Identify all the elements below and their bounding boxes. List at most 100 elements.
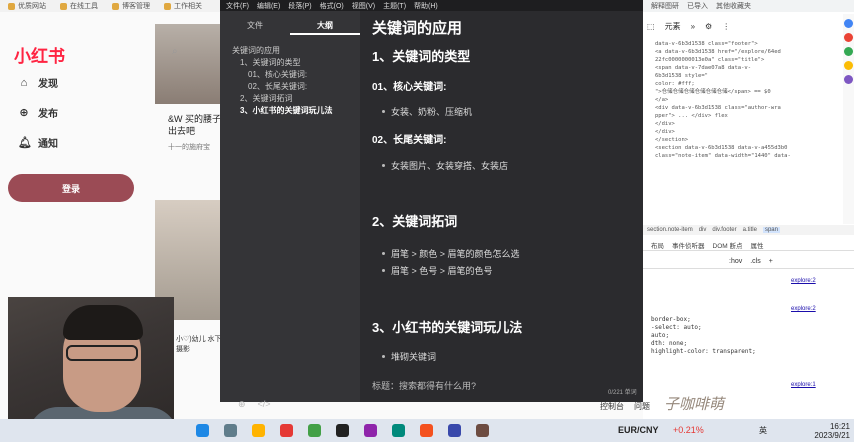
- hover-state-button[interactable]: :hov: [729, 258, 742, 265]
- source-link[interactable]: explore:1: [791, 382, 816, 388]
- ticker-symbol[interactable]: EUR/CNY: [618, 425, 659, 435]
- xhs-logo[interactable]: 小红书: [14, 42, 65, 67]
- dom-node-line[interactable]: 22fc0000000013e0a" class="title">: [655, 56, 845, 64]
- css-declaration[interactable]: auto;: [651, 332, 851, 340]
- dom-tree[interactable]: data-v-6b3d1538 class="footer"> <a data-v…: [655, 40, 845, 160]
- app-icon[interactable]: [420, 424, 433, 437]
- search-icon[interactable]: ⌕: [172, 46, 178, 57]
- styles-pane[interactable]: border-box; -select: auto; auto; dth: none;…: [651, 316, 851, 356]
- dom-node-line[interactable]: 6b3d1538 style=": [655, 72, 845, 80]
- clock-time: 16:21: [829, 422, 850, 431]
- css-declaration[interactable]: highlight-color: transparent;: [651, 348, 851, 356]
- dom-node-line[interactable]: <div data-v-6b3d1538 class="author-wra: [655, 104, 845, 112]
- css-declaration[interactable]: border-box;: [651, 316, 851, 324]
- tab-elements[interactable]: 元素: [665, 21, 681, 32]
- menu-paragraph[interactable]: 段落(P): [288, 1, 311, 11]
- app-icon[interactable]: [392, 424, 405, 437]
- word-count[interactable]: 0/221 单词: [608, 387, 637, 396]
- dom-node-line[interactable]: </a>: [655, 96, 845, 104]
- app-icon[interactable]: [844, 33, 853, 42]
- outline-item[interactable]: 2、关键词拓词: [232, 93, 360, 105]
- bookmark-item[interactable]: 博客管理: [112, 1, 150, 11]
- dom-node-line[interactable]: <a data-v-6b3d1538 href="/explore/64ed: [655, 48, 845, 56]
- nav-discover[interactable]: ⌂ 发现: [18, 75, 58, 91]
- app-icon[interactable]: [476, 424, 489, 437]
- breadcrumb-item[interactable]: section.note-item: [647, 227, 693, 233]
- menu-help[interactable]: 帮助(H): [414, 1, 438, 11]
- breadcrumb-item[interactable]: div: [699, 227, 707, 233]
- note-thumbnail[interactable]: [155, 24, 221, 104]
- add-rule-button[interactable]: +: [769, 258, 773, 265]
- dom-node-line[interactable]: pper"> ... </div> flex: [655, 112, 845, 120]
- css-declaration[interactable]: -select: auto;: [651, 324, 851, 332]
- breadcrumb-item[interactable]: a.title: [743, 227, 757, 233]
- dom-node-line[interactable]: ">仓储仓储仓储仓储仓储仓储</span> == $0: [655, 88, 845, 96]
- bookmark-item[interactable]: 解释图研: [651, 1, 679, 11]
- source-link[interactable]: explore:2: [791, 306, 816, 312]
- nav-notify[interactable]: 🔔︎ 通知: [18, 135, 58, 151]
- tab-dom-breakpoints[interactable]: DOM 断点: [713, 240, 743, 250]
- app-icon[interactable]: [308, 424, 321, 437]
- more-tabs-button[interactable]: »: [691, 22, 695, 31]
- source-link[interactable]: explore:2: [791, 278, 816, 284]
- tab-outline[interactable]: 大纲: [290, 19, 360, 35]
- app-icon[interactable]: [364, 424, 377, 437]
- tab-files[interactable]: 文件: [220, 19, 290, 35]
- tab-layout[interactable]: 布局: [651, 240, 664, 250]
- search-icon[interactable]: [224, 424, 237, 437]
- tab-console[interactable]: 控制台: [600, 401, 624, 412]
- source-code-icon[interactable]: </>: [258, 399, 271, 409]
- dom-node-line[interactable]: data-v-6b3d1538 class="footer">: [655, 40, 845, 48]
- tab-issues[interactable]: 问题: [634, 401, 650, 412]
- dom-node-line[interactable]: </div>: [655, 120, 845, 128]
- dom-node-line[interactable]: </div>: [655, 128, 845, 136]
- outline-item[interactable]: 1、关键词的类型: [232, 57, 360, 69]
- outline-item[interactable]: 01、核心关键词:: [232, 69, 360, 81]
- app-icon[interactable]: [844, 19, 853, 28]
- kebab-menu-icon[interactable]: ⋮: [722, 22, 730, 31]
- clock[interactable]: 16:21 2023/9/21: [808, 422, 850, 440]
- app-icon[interactable]: [844, 75, 853, 84]
- app-icon[interactable]: [844, 61, 853, 70]
- bookmark-item[interactable]: 在线工具: [60, 1, 98, 11]
- dom-node-line[interactable]: class="note-item" data-width="1440" data…: [655, 152, 845, 160]
- menu-view[interactable]: 视图(V): [352, 1, 375, 11]
- windows-start-icon[interactable]: [196, 424, 209, 437]
- outline-item[interactable]: 3、小红书的关键词玩儿法: [232, 105, 360, 117]
- bookmark-item[interactable]: 优质网站: [8, 1, 46, 11]
- outline-item[interactable]: 关键词的应用: [232, 45, 360, 57]
- inspect-icon[interactable]: ⬚: [647, 22, 655, 31]
- input-language[interactable]: 英: [759, 425, 767, 436]
- bookmark-item[interactable]: 已导入: [687, 1, 708, 11]
- dom-node-line[interactable]: color: #fff;: [655, 80, 845, 88]
- tab-event-listeners[interactable]: 事件侦听器: [672, 240, 705, 250]
- login-button[interactable]: 登录: [8, 174, 134, 202]
- note-title[interactable]: &W 买的腰子 出去吧: [168, 113, 228, 137]
- document-area[interactable]: 关键词的应用 1、关键词的类型 01、核心关键词: 女装、奶粉、压缩机 02、长…: [360, 11, 643, 402]
- menu-format[interactable]: 格式(O): [320, 1, 344, 11]
- menu-theme[interactable]: 主题(T): [383, 1, 406, 11]
- note-author[interactable]: 十一的施府宝: [168, 142, 210, 152]
- css-declaration[interactable]: dth: none;: [651, 340, 851, 348]
- menu-file[interactable]: 文件(F): [226, 1, 249, 11]
- note-title[interactable]: 小♡)幼儿 水下摄影: [176, 335, 226, 355]
- breadcrumb-item[interactable]: div.footer: [712, 227, 736, 233]
- dom-node-line[interactable]: <span data-v-7dae07a8 data-v-: [655, 64, 845, 72]
- app-icon[interactable]: [280, 424, 293, 437]
- outline-item[interactable]: 02、长尾关键词:: [232, 81, 360, 93]
- dom-node-line[interactable]: </section>: [655, 136, 845, 144]
- tab-properties[interactable]: 属性: [750, 240, 763, 250]
- bookmark-item[interactable]: 其他收藏夹: [716, 1, 751, 11]
- app-icon[interactable]: [448, 424, 461, 437]
- nav-publish[interactable]: ⊕ 发布: [18, 105, 58, 121]
- folder-icon[interactable]: [252, 424, 265, 437]
- menu-edit[interactable]: 编辑(E): [257, 1, 280, 11]
- app-icon[interactable]: [844, 47, 853, 56]
- class-toggle-button[interactable]: .cls: [750, 258, 761, 265]
- dom-node-line[interactable]: <section data-v-6b3d1538 data-v-a455d3b0: [655, 144, 845, 152]
- typora-icon[interactable]: [336, 424, 349, 437]
- breadcrumb-item[interactable]: span: [762, 227, 780, 233]
- bookmark-item[interactable]: 工作相关: [164, 1, 202, 11]
- gear-icon[interactable]: ⚙: [705, 22, 712, 31]
- add-icon[interactable]: ⊕: [238, 399, 246, 410]
